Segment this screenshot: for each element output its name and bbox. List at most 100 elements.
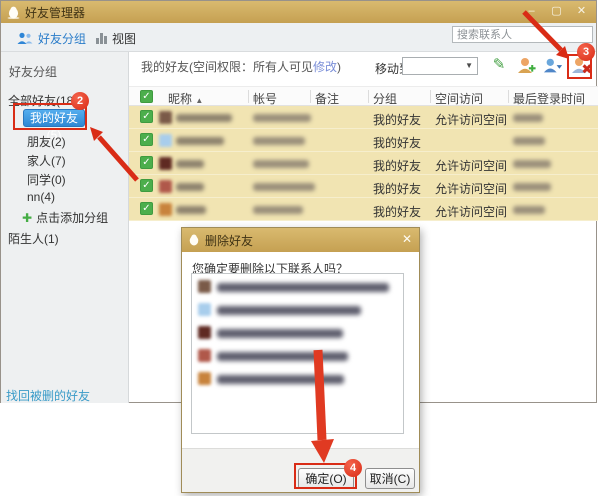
sidebar-item-family[interactable]: 家人(7) xyxy=(27,152,66,169)
cell-group: 我的好友 xyxy=(373,205,422,219)
row-checkbox[interactable]: ✓ xyxy=(140,133,153,146)
column-divider xyxy=(310,90,311,103)
table-row[interactable]: ✓ 我的好友 允许访问空间 xyxy=(129,198,598,221)
column-divider xyxy=(368,90,369,103)
tab-view[interactable]: 视图 xyxy=(96,28,136,48)
blurred-contact xyxy=(217,375,344,384)
bar-chart-icon xyxy=(96,32,107,44)
list-item xyxy=(192,368,403,391)
col-group[interactable]: 分组 xyxy=(373,90,397,107)
col-label: 昵称 xyxy=(168,92,193,106)
person-add-icon xyxy=(518,58,536,73)
cell-access: 允许访问空间 xyxy=(435,159,508,173)
blurred-account xyxy=(253,114,311,122)
blurred-account xyxy=(253,137,305,145)
plus-icon: ✚ xyxy=(22,211,33,225)
tab-label: 好友分组 xyxy=(38,31,87,46)
sidebar-item-friends[interactable]: 朋友(2) xyxy=(27,133,66,150)
col-account[interactable]: 帐号 xyxy=(253,90,277,107)
sidebar-item-classmates[interactable]: 同学(0) xyxy=(27,171,66,188)
tab-friend-groups[interactable]: 好友分组 xyxy=(17,28,86,48)
step-badge-2: 2 xyxy=(71,92,89,110)
dialog-title: 删除好友 xyxy=(205,233,254,248)
cell-access: 允许访问空间 xyxy=(435,205,508,219)
blurred-lastlogin xyxy=(513,160,551,168)
tab-label: 视图 xyxy=(112,31,137,46)
avatar xyxy=(198,326,211,339)
add-group-label: 点击添加分组 xyxy=(36,211,109,225)
dialog-titlebar: 删除好友 ✕ xyxy=(182,228,419,252)
table-row[interactable]: ✓ 我的好友 允许访问空间 xyxy=(129,106,598,129)
col-nickname[interactable]: 昵称 ▲ xyxy=(168,90,203,107)
avatar xyxy=(159,111,172,124)
column-divider xyxy=(508,90,509,103)
avatar xyxy=(198,372,211,385)
blurred-lastlogin xyxy=(513,183,551,191)
col-lastlogin[interactable]: 最后登录时间 xyxy=(513,90,585,107)
dialog-close-icon[interactable]: ✕ xyxy=(402,232,412,246)
table-row[interactable]: ✓ 我的好友 允许访问空间 xyxy=(129,175,598,198)
column-divider xyxy=(248,90,249,103)
blurred-lastlogin xyxy=(513,114,543,122)
blurred-account xyxy=(253,160,309,168)
edit-remark-icon-button[interactable]: ✎ xyxy=(489,56,509,76)
list-item xyxy=(192,299,403,322)
row-checkbox[interactable]: ✓ xyxy=(140,156,153,169)
col-remark[interactable]: 备注 xyxy=(315,90,339,107)
close-button[interactable]: ✕ xyxy=(571,4,592,20)
table-header: ✓ 昵称 ▲ 帐号 备注 分组 空间访问 最后登录时间 xyxy=(129,86,598,106)
modify-permission-link[interactable]: 修改 xyxy=(313,60,337,74)
maximize-button[interactable]: ▢ xyxy=(546,4,567,20)
col-access[interactable]: 空间访问 xyxy=(435,90,483,107)
avatar xyxy=(159,203,172,216)
cell-group: 我的好友 xyxy=(373,136,422,150)
chevron-down-icon: ▼ xyxy=(465,61,473,70)
blurred-contact xyxy=(217,329,343,338)
blurred-lastlogin xyxy=(513,206,545,214)
blurred-nickname xyxy=(176,114,232,122)
window-titlebar: 好友管理器 – ▢ ✕ xyxy=(1,1,596,23)
recover-deleted-friends-link[interactable]: 找回被删的好友 xyxy=(6,387,90,404)
cancel-button[interactable]: 取消(C) xyxy=(365,468,415,489)
step-badge-3: 3 xyxy=(577,43,595,61)
blurred-nickname xyxy=(176,160,204,168)
cell-group: 我的好友 xyxy=(373,182,422,196)
list-item xyxy=(192,345,403,368)
row-checkbox[interactable]: ✓ xyxy=(140,179,153,192)
avatar xyxy=(198,303,211,316)
column-divider xyxy=(430,90,431,103)
move-friend-icon-button[interactable] xyxy=(543,56,563,76)
table-row[interactable]: ✓ 我的好友 xyxy=(129,129,598,152)
table-row[interactable]: ✓ 我的好友 允许访问空间 xyxy=(129,152,598,175)
blurred-contact xyxy=(217,283,389,292)
minimize-button[interactable]: – xyxy=(521,4,542,20)
blurred-account xyxy=(253,206,303,214)
sidebar-item-strangers[interactable]: 陌生人(1) xyxy=(8,230,59,247)
sidebar-item-nn[interactable]: nn(4) xyxy=(27,190,55,204)
avatar xyxy=(198,280,211,293)
select-all-checkbox[interactable]: ✓ xyxy=(140,90,153,103)
blurred-lastlogin xyxy=(513,137,545,145)
cell-access: 允许访问空间 xyxy=(435,182,508,196)
blurred-nickname xyxy=(176,183,204,191)
list-title: 我的好友(空间权限：所有人可见修改) xyxy=(141,58,341,75)
sidebar-add-group[interactable]: ✚ 点击添加分组 xyxy=(22,209,108,226)
blurred-nickname xyxy=(176,206,206,214)
cell-group: 我的好友 xyxy=(373,159,422,173)
row-checkbox[interactable]: ✓ xyxy=(140,202,153,215)
blurred-nickname xyxy=(176,137,224,145)
cell-access: 允许访问空间 xyxy=(435,113,508,127)
delete-friend-dialog: 删除好友 ✕ 您确定要删除以下联系人吗？ 确定(O) 取消(C) xyxy=(181,227,420,493)
screen: 好友管理器 – ▢ ✕ 好友分组 视图 搜索联系人 我的好友(空间权限：所有人可… xyxy=(0,0,600,496)
avatar xyxy=(159,157,172,170)
cell-group: 我的好友 xyxy=(373,113,422,127)
move-to-dropdown[interactable]: ▼ xyxy=(402,57,478,75)
qq-penguin-icon xyxy=(7,6,20,19)
main-toolbar: 好友分组 视图 xyxy=(1,23,596,52)
sort-asc-icon: ▲ xyxy=(195,96,204,105)
avatar xyxy=(159,134,172,147)
step-badge-4: 4 xyxy=(344,459,362,477)
search-input[interactable] xyxy=(452,26,593,43)
row-checkbox[interactable]: ✓ xyxy=(140,110,153,123)
add-friend-icon-button[interactable] xyxy=(516,56,536,76)
